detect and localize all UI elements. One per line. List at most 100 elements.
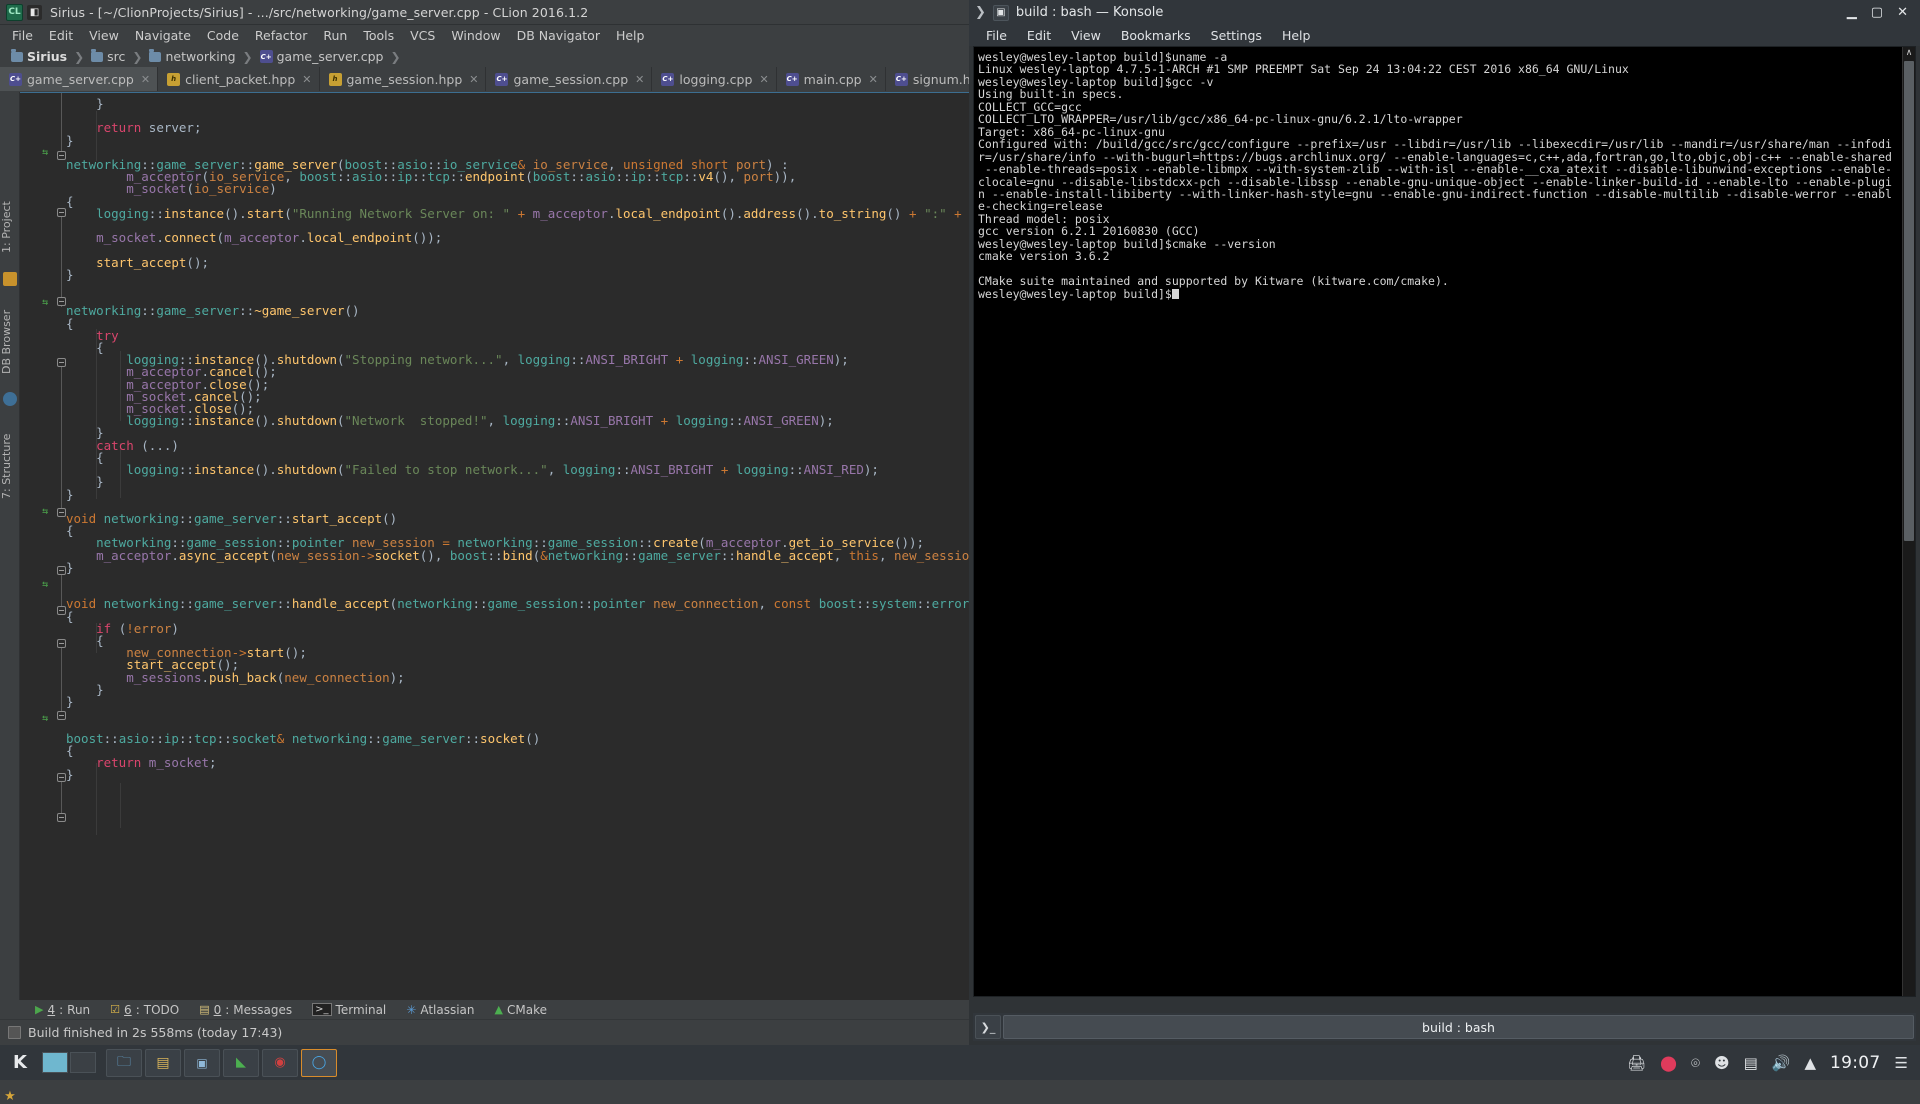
tab-client-packet-hpp[interactable]: h client_packet.hpp ✕ xyxy=(158,67,319,91)
terminal-output-area[interactable]: wesley@wesley-laptop build]$uname -a Lin… xyxy=(973,46,1916,997)
menu-run[interactable]: Run xyxy=(315,27,355,44)
minimize-icon[interactable]: ▁ xyxy=(1847,5,1857,20)
volume-icon[interactable]: 🔊 xyxy=(1772,1054,1791,1072)
konsole-menu-help[interactable]: Help xyxy=(1273,27,1320,44)
fold-marker-icon[interactable] xyxy=(57,566,66,575)
editor-tabbar: C+ game_server.cpp ✕ h client_packet.hpp… xyxy=(0,67,969,91)
menu-help[interactable]: Help xyxy=(608,27,653,44)
override-marker-icon[interactable]: ⇆ xyxy=(42,506,48,517)
override-marker-icon[interactable]: ⇆ xyxy=(42,147,48,158)
toolwindow-terminal[interactable]: >_ Terminal xyxy=(303,1003,395,1017)
toolwindow-cmake[interactable]: ▲ CMake xyxy=(486,1003,556,1017)
task-file-manager[interactable]: 🗀 xyxy=(106,1049,142,1077)
cpp-file-icon: C+ xyxy=(260,50,273,63)
terminal-scrollbar[interactable]: ∧ xyxy=(1902,47,1915,996)
toolwindow-messages-num: 0 xyxy=(214,1003,222,1017)
fold-marker-icon[interactable] xyxy=(57,151,66,160)
fold-marker-icon[interactable] xyxy=(57,813,66,822)
fold-marker-icon[interactable] xyxy=(57,358,66,367)
sidebar-item-db-browser[interactable]: DB Browser xyxy=(0,297,20,387)
close-icon[interactable]: ✕ xyxy=(302,73,311,86)
toolwindow-messages[interactable]: ▤ 0: Messages xyxy=(190,1003,301,1017)
override-marker-icon[interactable]: ⇆ xyxy=(42,297,48,308)
clock[interactable]: 19:07 xyxy=(1830,1053,1881,1073)
system-tray: 🖨 ⬤ ⌾ ☻ ▤ 🔊 ▲ 19:07 ☰ xyxy=(1627,1053,1920,1073)
tab-game-server-cpp[interactable]: C+ game_server.cpp ✕ xyxy=(0,67,158,91)
task-konsole[interactable]: ▣ xyxy=(184,1049,220,1077)
printer-icon[interactable]: 🖨 xyxy=(1627,1054,1646,1072)
clipboard-icon[interactable]: ▤ xyxy=(1744,1054,1758,1072)
task-editor-green[interactable]: ◣ xyxy=(223,1049,259,1077)
close-icon[interactable]: ✕ xyxy=(759,73,768,86)
breadcrumb-label: src xyxy=(107,49,125,64)
hamburger-icon[interactable]: ☰ xyxy=(1895,1054,1908,1072)
fold-marker-icon[interactable] xyxy=(57,639,66,648)
close-icon[interactable]: ✕ xyxy=(869,73,878,86)
close-icon[interactable]: ✕ xyxy=(469,73,478,86)
task-clion[interactable]: ◯ xyxy=(301,1049,337,1077)
toolwindow-atlassian[interactable]: ✳ Atlassian xyxy=(397,1003,483,1017)
task-text-editor[interactable]: ▤ xyxy=(145,1049,181,1077)
tab-game-session-hpp[interactable]: h game_session.hpp ✕ xyxy=(320,67,487,91)
konsole-menu-bookmarks[interactable]: Bookmarks xyxy=(1112,27,1200,44)
network-wifi-icon[interactable]: ⌾ xyxy=(1691,1054,1700,1072)
menu-refactor[interactable]: Refactor xyxy=(247,27,315,44)
konsole-menu-settings[interactable]: Settings xyxy=(1202,27,1271,44)
breadcrumb-item-sirius[interactable]: Sirius xyxy=(8,49,70,64)
virtual-desktop-pager[interactable] xyxy=(42,1052,96,1073)
menu-file[interactable]: File xyxy=(4,27,41,44)
source-code[interactable]: } return server; } networking::game_serv… xyxy=(66,93,969,1000)
konsole-menu-view[interactable]: View xyxy=(1062,27,1110,44)
sidebar-item-structure[interactable]: 7: Structure xyxy=(0,422,20,510)
breadcrumb-item-file[interactable]: C+ game_server.cpp xyxy=(257,49,387,64)
tab-game-session-cpp[interactable]: C+ game_session.cpp ✕ xyxy=(486,67,652,91)
maximize-icon[interactable]: ▢ xyxy=(1871,5,1883,20)
menu-edit[interactable]: Edit xyxy=(41,27,81,44)
show-hidden-icon[interactable]: ▲ xyxy=(1805,1054,1817,1072)
kde-launcher-icon: K xyxy=(13,1052,27,1073)
tab-signum-h[interactable]: C+ signum.h xyxy=(886,67,969,91)
fold-marker-icon[interactable] xyxy=(57,711,66,720)
fold-marker-icon[interactable] xyxy=(57,508,66,517)
close-icon[interactable]: ✕ xyxy=(635,73,644,86)
fold-marker-icon[interactable] xyxy=(57,773,66,782)
menu-navigate[interactable]: Navigate xyxy=(127,27,199,44)
konsole-tab-build-bash[interactable]: build : bash xyxy=(1003,1015,1914,1039)
window-menu-icon[interactable]: ❯ xyxy=(975,5,986,20)
task-browser-opera[interactable]: ◉ xyxy=(262,1049,298,1077)
application-launcher-button[interactable]: K xyxy=(0,1045,40,1080)
menu-code[interactable]: Code xyxy=(199,27,247,44)
breadcrumb-item-networking[interactable]: networking xyxy=(146,49,238,64)
sidebar-item-project[interactable]: 1: Project xyxy=(0,187,20,267)
desktop-2[interactable] xyxy=(70,1052,96,1073)
battery-icon[interactable]: ⬤ xyxy=(1660,1054,1677,1072)
override-marker-icon[interactable]: ⇆ xyxy=(42,713,48,724)
close-icon[interactable]: ✕ xyxy=(1897,5,1908,20)
user-status-icon[interactable]: ☻ xyxy=(1714,1054,1730,1072)
close-icon[interactable]: ✕ xyxy=(141,73,150,86)
menu-vcs[interactable]: VCS xyxy=(402,27,443,44)
scrollbar-thumb[interactable] xyxy=(1904,61,1914,541)
konsole-menu-edit[interactable]: Edit xyxy=(1018,27,1060,44)
tab-logging-cpp[interactable]: C+ logging.cpp ✕ xyxy=(652,67,776,91)
scroll-up-icon[interactable]: ∧ xyxy=(1903,47,1915,59)
toolwindow-run-num: 4 xyxy=(47,1003,55,1017)
fold-marker-icon[interactable] xyxy=(57,208,66,217)
fold-marker-icon[interactable] xyxy=(57,606,66,615)
code-editor[interactable]: ⇆ ⇆ ⇆ ⇆ ⇆ } return server; } networking:… xyxy=(20,92,969,1000)
menu-view[interactable]: View xyxy=(81,27,127,44)
toolwindow-todo[interactable]: ☑ 6: TODO xyxy=(101,1003,188,1017)
override-marker-icon[interactable]: ⇆ xyxy=(42,579,48,590)
desktop-1[interactable] xyxy=(42,1052,68,1073)
breadcrumb-item-src[interactable]: src xyxy=(88,49,128,64)
editor-gutter[interactable] xyxy=(20,93,66,1000)
menu-tools[interactable]: Tools xyxy=(355,27,402,44)
konsole-menu-file[interactable]: File xyxy=(977,27,1016,44)
tab-main-cpp[interactable]: C+ main.cpp ✕ xyxy=(777,67,886,91)
new-tab-button[interactable]: ❯_ xyxy=(975,1015,1001,1039)
menu-window[interactable]: Window xyxy=(443,27,508,44)
toolwindow-run[interactable]: ▶ 4: Run xyxy=(26,1003,99,1017)
fold-marker-icon[interactable] xyxy=(57,297,66,306)
menu-db-navigator[interactable]: DB Navigator xyxy=(509,27,608,44)
clion-secondary-icon: ◧ xyxy=(27,5,42,20)
